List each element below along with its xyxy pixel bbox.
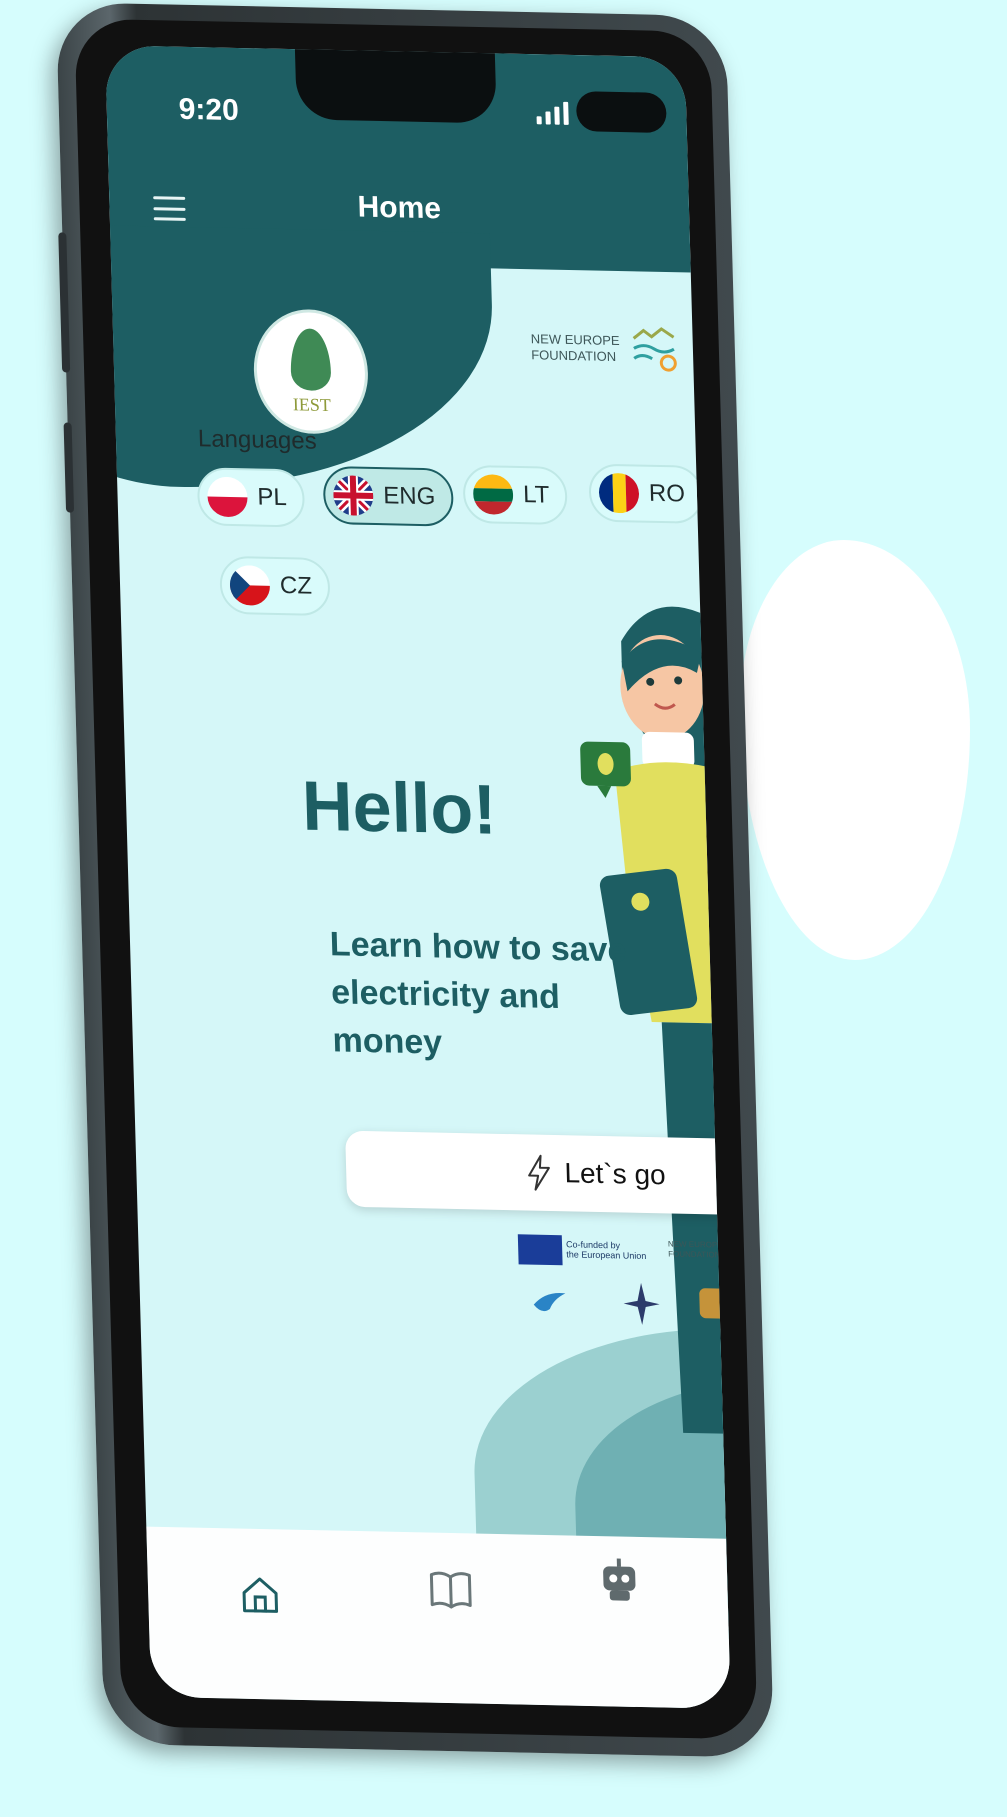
side-button (58, 232, 71, 373)
hero-subtitle: Learn how to save electricity and money (329, 925, 627, 1062)
compass-logo-icon (623, 1282, 660, 1325)
phone-frame: 9:20 Home IEST NEW EUROPE FOUNDATION Lan… (55, 2, 775, 1758)
language-label: PL (257, 483, 288, 512)
bird-logo-icon (533, 1292, 566, 1312)
language-chip-eng[interactable]: ENG (322, 465, 455, 527)
home-icon[interactable] (238, 1573, 283, 1618)
language-chip-lt[interactable]: LT (462, 464, 569, 526)
partner-logos: Co-funded by the European Union NEW EURO… (517, 1234, 731, 1339)
foundation-line2: FOUNDATION (531, 347, 617, 365)
language-label: ENG (382, 482, 436, 511)
waves-icon (724, 1235, 731, 1254)
waves-icon (632, 327, 677, 372)
lets-go-button[interactable]: Let`s go (345, 1130, 731, 1218)
eu-flag-icon (517, 1234, 563, 1266)
flag-ro-icon (598, 472, 640, 514)
signal-icon (536, 96, 577, 125)
book-icon[interactable] (427, 1567, 474, 1612)
page-title: Home (357, 190, 442, 226)
app-screen: 9:20 Home IEST NEW EUROPE FOUNDATION Lan… (104, 45, 731, 1709)
logo-text: IEST (292, 393, 332, 415)
foundation-logo: NEW EUROPE FOUNDATION (530, 322, 680, 375)
lightning-icon (528, 1154, 551, 1191)
bottom-navigation (146, 1526, 731, 1709)
language-selector: PL ENG LT RO CZ (196, 463, 704, 617)
chat-bubble-icon (580, 741, 631, 798)
flag-lt-icon (472, 474, 514, 515)
camera (575, 91, 667, 133)
notch (294, 45, 497, 124)
hero-greeting: Hello! (300, 766, 498, 849)
foundation-line1: NEW EUROPE (530, 331, 620, 349)
robot-icon[interactable] (597, 1556, 642, 1605)
language-label: CZ (279, 572, 313, 600)
partner-nef-line2: FOUNDATION (668, 1249, 721, 1260)
language-label: LT (522, 481, 550, 509)
languages-label: Languages (197, 425, 318, 455)
language-chip-ro[interactable]: RO (588, 463, 704, 524)
language-label: RO (648, 479, 686, 508)
lets-go-label: Let`s go (564, 1157, 666, 1191)
partner-logo-icon (699, 1288, 731, 1320)
leaf-icon (289, 327, 332, 391)
eu-line2: the European Union (566, 1249, 647, 1262)
status-time: 9:20 (178, 92, 240, 128)
language-chip-pl[interactable]: PL (196, 467, 306, 528)
phone-mockup: 9:20 Home IEST NEW EUROPE FOUNDATION Lan… (0, 0, 1007, 1817)
flag-uk-icon (332, 475, 374, 516)
phone-bezel: 9:20 Home IEST NEW EUROPE FOUNDATION Lan… (74, 18, 758, 1740)
flag-cz-icon (229, 564, 271, 606)
flag-pl-icon (206, 476, 249, 518)
side-button (63, 422, 75, 513)
language-chip-cz[interactable]: CZ (219, 555, 331, 617)
